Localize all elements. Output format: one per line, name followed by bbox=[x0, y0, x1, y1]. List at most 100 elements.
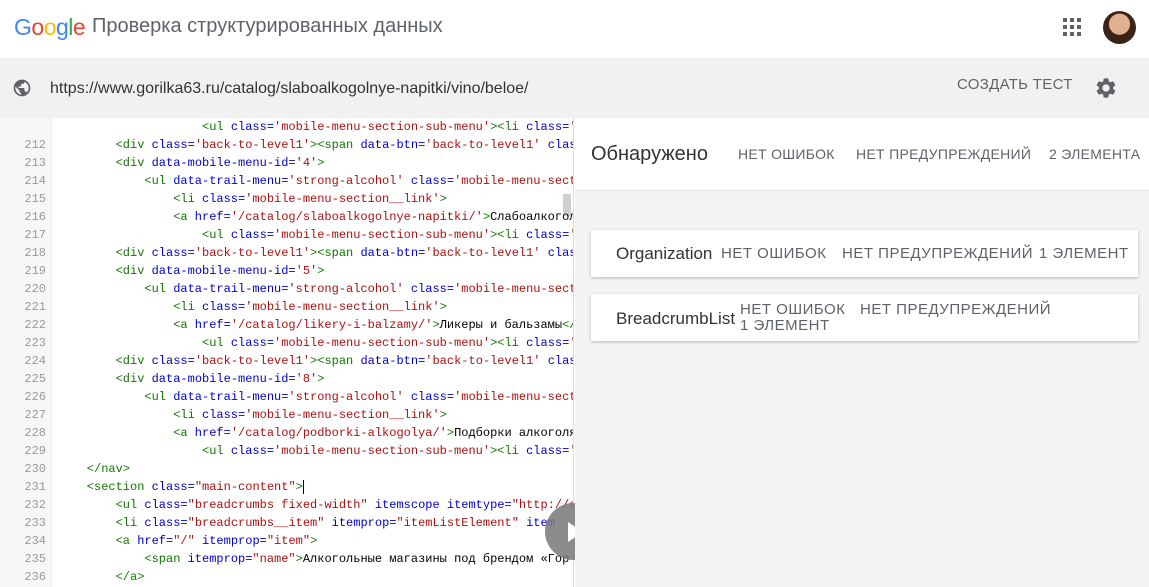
apps-grid-icon[interactable] bbox=[1063, 18, 1081, 36]
results-panel: Обнаружено НЕТ ОШИБОК НЕТ ПРЕДУПРЕЖДЕНИЙ… bbox=[575, 118, 1149, 587]
code-text: <ul data-trail-menu='strong-alcohol' cla… bbox=[144, 282, 574, 296]
result-warnings: НЕТ ПРЕДУПРЕЖДЕНИЙ bbox=[860, 301, 1052, 318]
code-line: 220 <ul data-trail-menu='strong-alcohol' … bbox=[0, 280, 574, 298]
gear-icon[interactable] bbox=[1094, 76, 1118, 100]
code-line: 229 <ul class='mobile-menu-section-sub-me… bbox=[0, 442, 573, 460]
code-line: 227 <li class='mobile-menu-section__link'… bbox=[0, 406, 573, 424]
line-number: 215 bbox=[24, 192, 46, 206]
code-text: <a href='/catalog/podborki-alkogolya/'>П… bbox=[173, 426, 574, 440]
code-text: <li class="breadcrumbs__item" itemprop="… bbox=[115, 516, 555, 530]
result-card-organization[interactable]: Organization НЕТ ОШИБОК НЕТ ПРЕДУПРЕЖДЕН… bbox=[591, 230, 1138, 277]
result-count: 1 ЭЛЕМЕНТ bbox=[740, 317, 830, 334]
code-line: 233 <li class="breadcrumbs__item" itempro… bbox=[0, 514, 573, 532]
url-input[interactable] bbox=[50, 78, 930, 100]
code-text: </nav> bbox=[86, 462, 131, 476]
code-line: 234 <a href="/" itemprop="item"> bbox=[0, 532, 573, 550]
code-text: <ul class='mobile-menu-section-sub-menu'… bbox=[202, 444, 573, 458]
line-number: 224 bbox=[24, 354, 46, 368]
google-logo[interactable]: Google bbox=[14, 14, 86, 41]
line-number: 236 bbox=[24, 570, 46, 584]
code-text: <li class='mobile-menu-section__link'> bbox=[173, 192, 447, 206]
logo-letter: o bbox=[43, 14, 57, 40]
code-text: <ul data-trail-menu='strong-alcohol' cla… bbox=[144, 174, 574, 188]
logo-letter: e bbox=[72, 14, 86, 40]
code-text: <a href='/catalog/slaboalkogolnye-napitk… bbox=[173, 210, 574, 224]
summary-warnings: НЕТ ПРЕДУПРЕЖДЕНИЙ bbox=[856, 146, 1032, 162]
summary-errors: НЕТ ОШИБОК bbox=[738, 146, 835, 162]
code-text: <ul class='mobile-menu-section-sub-menu'… bbox=[202, 228, 573, 242]
code-line: 225 <div data-mobile-menu-id='8'> bbox=[0, 370, 573, 388]
line-number: 221 bbox=[24, 300, 46, 314]
line-number: 223 bbox=[24, 336, 46, 350]
code-line: 226 <ul data-trail-menu='strong-alcohol' … bbox=[0, 388, 574, 406]
result-errors: НЕТ ОШИБОК bbox=[721, 245, 827, 262]
line-number: 218 bbox=[24, 246, 46, 260]
globe-icon bbox=[13, 79, 31, 97]
code-text: <a href='/catalog/likery-i-balzamy/'>Лик… bbox=[173, 318, 573, 332]
result-errors: НЕТ ОШИБОК bbox=[740, 301, 846, 318]
summary-count: 2 ЭЛЕМЕНТА bbox=[1049, 146, 1141, 162]
logo-letter: o bbox=[31, 14, 44, 40]
code-text: <div data-mobile-menu-id='8'> bbox=[115, 372, 325, 386]
code-line: 228 <a href='/catalog/podborki-alkogolya/… bbox=[0, 424, 574, 442]
code-text: <div data-mobile-menu-id='5'> bbox=[115, 264, 325, 278]
text-cursor bbox=[302, 479, 304, 494]
code-text: <ul class='mobile-menu-section-sub-menu'… bbox=[202, 336, 573, 350]
code-editor[interactable]: <ul class='mobile-menu-section-sub-menu'… bbox=[0, 118, 574, 587]
code-line: 219 <div data-mobile-menu-id='5'> bbox=[0, 262, 573, 280]
code-line: 218 <div class='back-to-level1'><span dat… bbox=[0, 244, 573, 262]
detected-label: Обнаружено bbox=[591, 143, 708, 165]
code-line: 231 <section class="main-content"> bbox=[0, 478, 573, 496]
line-number: 217 bbox=[24, 228, 46, 242]
create-test-button[interactable]: СОЗДАТЬ ТЕСТ bbox=[945, 76, 1085, 100]
line-number: 228 bbox=[24, 426, 46, 440]
line-number: 219 bbox=[24, 264, 46, 278]
code-text: <div class='back-to-level1'><span data-b… bbox=[115, 138, 574, 152]
code-line: 214 <ul data-trail-menu='strong-alcohol' … bbox=[0, 172, 574, 190]
code-line: 232 <ul class="breadcrumbs fixed-width" i… bbox=[0, 496, 574, 514]
code-line: 212 <div class='back-to-level1'><span dat… bbox=[0, 136, 574, 154]
code-text: <div class='back-to-level1'><span data-b… bbox=[115, 354, 574, 368]
line-number: 220 bbox=[24, 282, 46, 296]
code-text: <ul class="breadcrumbs fixed-width" item… bbox=[115, 498, 574, 512]
code-text: </a> bbox=[115, 570, 145, 584]
results-summary: Обнаружено НЕТ ОШИБОК НЕТ ПРЕДУПРЕЖДЕНИЙ… bbox=[575, 118, 1149, 191]
line-number: 216 bbox=[24, 210, 46, 224]
result-count: 1 ЭЛЕМЕНТ bbox=[1039, 245, 1129, 262]
code-line: 224 <div class='back-to-level1'><span dat… bbox=[0, 352, 574, 370]
code-line: 223 <ul class='mobile-menu-section-sub-me… bbox=[0, 334, 573, 352]
result-type-name: BreadcrumbList bbox=[616, 309, 736, 328]
avatar[interactable] bbox=[1103, 11, 1136, 44]
code-line: 215 <li class='mobile-menu-section__link'… bbox=[0, 190, 573, 208]
code-text: <span itemprop="name">Алкогольные магази… bbox=[144, 552, 570, 566]
code-text: <ul data-trail-menu='strong-alcohol' cla… bbox=[144, 390, 574, 404]
code-line: 216 <a href='/catalog/slaboalkogolnye-nap… bbox=[0, 208, 574, 226]
code-text: <section class="main-content"> bbox=[86, 479, 304, 494]
code-line: 222 <a href='/catalog/likery-i-balzamy/'>… bbox=[0, 316, 573, 334]
line-number: 226 bbox=[24, 390, 46, 404]
code-text: <li class='mobile-menu-section__link'> bbox=[173, 300, 447, 314]
code-line: 236 </a> bbox=[0, 568, 573, 586]
line-number: 230 bbox=[24, 462, 46, 476]
code-line: 213 <div data-mobile-menu-id='4'> bbox=[0, 154, 573, 172]
line-number: 214 bbox=[24, 174, 46, 188]
code-text: <a href="/" itemprop="item"> bbox=[115, 534, 318, 548]
code-line: 230 </nav> bbox=[0, 460, 573, 478]
code-text: <ul class='mobile-menu-section-sub-menu'… bbox=[202, 120, 573, 134]
logo-letter: G bbox=[14, 14, 32, 40]
code-text: <div data-mobile-menu-id='4'> bbox=[115, 156, 325, 170]
result-warnings: НЕТ ПРЕДУПРЕЖДЕНИЙ bbox=[842, 245, 1034, 262]
line-number: 225 bbox=[24, 372, 46, 386]
code-line: 221 <li class='mobile-menu-section__link'… bbox=[0, 298, 573, 316]
app-header: Google Проверка структурированных данных bbox=[0, 0, 1149, 58]
result-card-breadcrumblist[interactable]: BreadcrumbList НЕТ ОШИБОК НЕТ ПРЕДУПРЕЖД… bbox=[591, 294, 1138, 341]
code-line: 235 <span itemprop="name">Алкогольные маг… bbox=[0, 550, 573, 568]
page-title: Проверка структурированных данных bbox=[92, 15, 443, 37]
line-number: 227 bbox=[24, 408, 46, 422]
line-number: 229 bbox=[24, 444, 46, 458]
line-number: 212 bbox=[24, 138, 46, 152]
line-number: 233 bbox=[24, 516, 46, 530]
result-type-name: Organization bbox=[616, 244, 713, 263]
logo-letter: g bbox=[55, 14, 69, 40]
line-number: 232 bbox=[24, 498, 46, 512]
